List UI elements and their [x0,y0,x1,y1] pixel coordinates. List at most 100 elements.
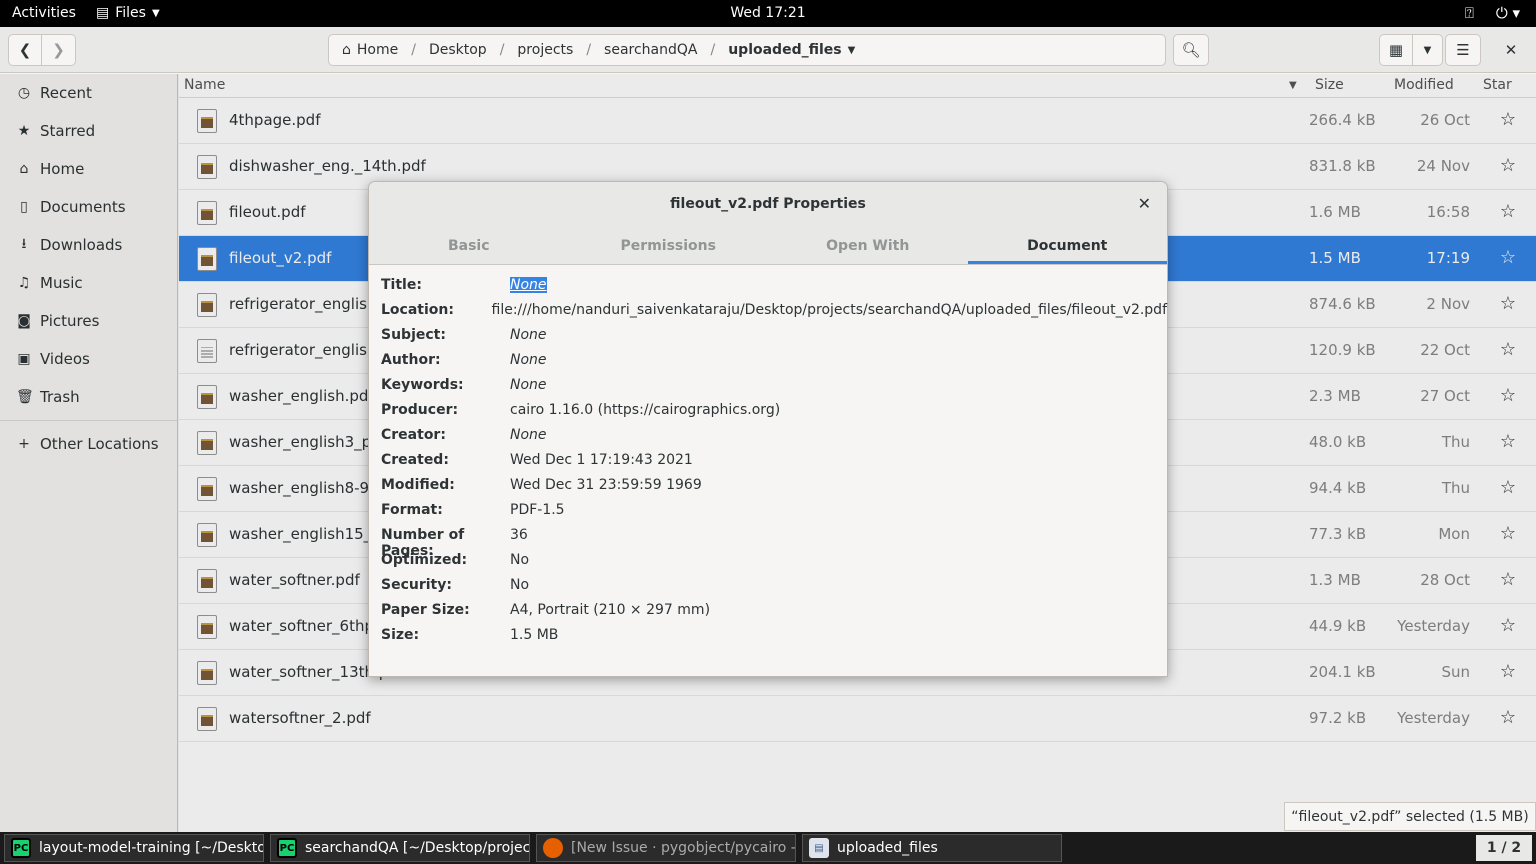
close-window-button[interactable]: ✕ [1494,34,1528,66]
star-icon[interactable]: ☆ [1500,477,1516,498]
sidebar-item-starred[interactable]: ★ Starred [0,112,177,150]
tab-document[interactable]: Document [967,227,1167,264]
main-menu-button[interactable]: ☰ [1445,34,1481,66]
sidebar-item-pictures[interactable]: ◙ Pictures [0,302,177,340]
taskbar-item-layout-model-training[interactable]: PC layout-model-training [~/Desktop... [4,834,264,862]
star-icon[interactable]: ☆ [1500,615,1516,636]
property-value[interactable]: No [510,577,529,602]
file-name: water_softner_6thpa [229,617,384,635]
sidebar-item-label: Downloads [40,236,123,254]
star-icon[interactable]: ☆ [1500,201,1516,222]
sidebar-item-other-locations[interactable]: + Other Locations [0,425,177,463]
search-button[interactable]: 🔍︎ [1173,34,1209,66]
tab-open-with[interactable]: Open With [768,227,968,264]
workspace-pager[interactable]: 1 / 2 [1476,835,1532,861]
property-row: Paper Size: A4, Portrait (210 × 297 mm) [381,602,1167,627]
sidebar-item-videos[interactable]: ▣ Videos [0,340,177,378]
sidebar-item-downloads[interactable]: ⭳ Downloads [0,226,177,264]
taskbar-item-uploaded-files[interactable]: ▤ uploaded_files [802,834,1062,862]
column-header-modified[interactable]: Modified [1394,77,1454,93]
home-icon: ⌂ [342,42,351,58]
nav-buttons: ❮ ❯ [8,34,76,66]
property-value[interactable]: PDF-1.5 [510,502,565,527]
breadcrumb-uploaded-files[interactable]: uploaded_files ▼ [715,42,868,58]
document-properties: Title: None Location: file:///home/nanduri_… [369,265,1167,652]
sidebar-item-recent[interactable]: ◷ Recent [0,74,177,112]
property-row: Created: Wed Dec 1 17:19:43 2021 [381,452,1167,477]
clock[interactable]: Wed 17:21 [730,5,805,21]
property-row: Title: None [381,277,1167,302]
header-bar: ❮ ❯ ⌂ Home / Desktop / projects / search… [0,27,1536,73]
star-icon[interactable]: ☆ [1500,339,1516,360]
column-header-star[interactable]: Star [1483,77,1512,93]
plus-icon: + [18,436,30,452]
star-icon[interactable]: ☆ [1500,707,1516,728]
file-modified: Thu [1441,479,1470,497]
star-icon[interactable]: ☆ [1500,247,1516,268]
forward-button[interactable]: ❯ [42,34,76,66]
app-menu[interactable]: ▤ Files ▼ [96,5,160,21]
star-icon[interactable]: ☆ [1500,109,1516,130]
property-value[interactable]: 1.5 MB [510,627,558,652]
property-value[interactable]: None [510,427,547,452]
property-value[interactable]: No [510,552,529,577]
star-icon[interactable]: ☆ [1500,569,1516,590]
sidebar-item-documents[interactable]: ▯ Documents [0,188,177,226]
sidebar-item-home[interactable]: ⌂ Home [0,150,177,188]
back-button[interactable]: ❮ [8,34,42,66]
property-value[interactable]: 36 [510,527,528,552]
star-icon[interactable]: ☆ [1500,385,1516,406]
property-value[interactable]: cairo 1.16.0 (https://cairographics.org) [510,402,780,427]
network-icon[interactable]: ⍰ [1465,4,1474,22]
grid-view-button[interactable]: ▦ [1379,34,1413,66]
property-value[interactable]: None [510,352,547,377]
sidebar-item-label: Home [40,160,85,178]
property-value-text: None [510,377,547,393]
property-value[interactable]: file:///home/nanduri_saivenkataraju/Desk… [492,302,1168,327]
star-icon[interactable]: ☆ [1500,523,1516,544]
taskbar: PC layout-model-training [~/Desktop... P… [0,832,1536,864]
column-header-size[interactable]: Size [1315,77,1344,93]
property-value[interactable]: Wed Dec 1 17:19:43 2021 [510,452,693,477]
hamburger-icon: ☰ [1456,41,1470,59]
taskbar-item-searchandqa[interactable]: PC searchandQA [~/Desktop/projects... [270,834,530,862]
power-icon[interactable]: ⏻ ▾ [1496,4,1520,22]
star-icon[interactable]: ☆ [1500,155,1516,176]
table-row[interactable]: watersoftner_2.pdf 97.2 kB Yesterday ☆ [179,696,1536,742]
property-value[interactable]: None [510,277,547,302]
property-value[interactable]: None [510,327,547,352]
file-size: 120.9 kB [1309,341,1376,359]
tab-permissions[interactable]: Permissions [569,227,769,264]
dialog-close-button[interactable]: ✕ [1138,194,1151,213]
column-header-name[interactable]: Name [184,77,225,93]
property-value[interactable]: Wed Dec 31 23:59:59 1969 [510,477,702,502]
activities-button[interactable]: Activities [12,5,76,21]
property-value[interactable]: None [510,377,547,402]
breadcrumb-searchandqa[interactable]: searchandQA [591,42,710,58]
property-value-text: None [510,427,547,443]
property-row: Optimized: No [381,552,1167,577]
breadcrumb-projects[interactable]: projects [504,42,586,58]
view-options-button[interactable]: ▼ [1413,34,1443,66]
star-icon[interactable]: ☆ [1500,661,1516,682]
star-icon[interactable]: ☆ [1500,431,1516,452]
property-row: Creator: None [381,427,1167,452]
property-value[interactable]: A4, Portrait (210 × 297 mm) [510,602,710,627]
file-modified: 2 Nov [1426,295,1470,313]
breadcrumb-desktop[interactable]: Desktop [416,42,500,58]
sort-down-icon[interactable]: ▼ [1289,80,1297,91]
file-name: refrigerator_englis.p [229,295,382,313]
file-size: 77.3 kB [1309,525,1367,543]
pdf-file-icon [197,201,217,225]
table-row[interactable]: 4thpage.pdf 266.4 kB 26 Oct ☆ [179,98,1536,144]
sidebar-item-trash[interactable]: 🗑︎ Trash [0,378,177,416]
properties-dialog: fileout_v2.pdf Properties ✕ Basic Permis… [368,181,1168,677]
star-icon[interactable]: ☆ [1500,293,1516,314]
tab-basic[interactable]: Basic [369,227,569,264]
sidebar-item-music[interactable]: ♫ Music [0,264,177,302]
taskbar-item-firefox[interactable]: [New Issue · pygobject/pycairo - M... [536,834,796,862]
property-row: Author: None [381,352,1167,377]
breadcrumb-home[interactable]: ⌂ Home [329,42,411,58]
system-tray: ⍰ ⏻ ▾ [1465,4,1520,22]
pdf-file-icon [197,155,217,179]
